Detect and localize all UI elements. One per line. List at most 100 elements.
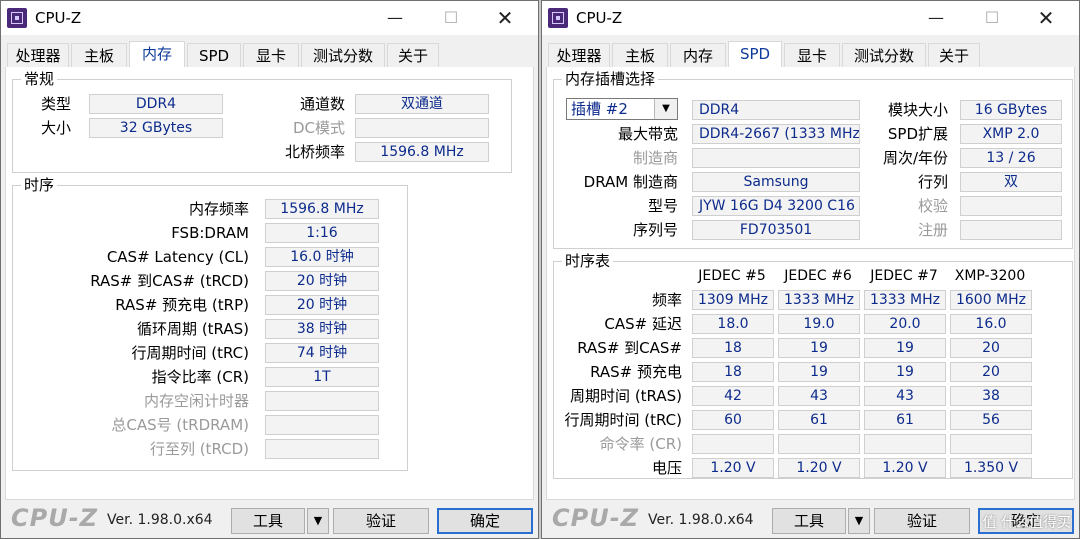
timing-row-label: RAS# 预充电 <box>590 363 682 381</box>
timing-value <box>265 391 379 411</box>
timing-label: RAS# 到CAS# (tRCD) <box>90 272 249 290</box>
timing-column-header: XMP-3200 <box>954 268 1026 284</box>
part-number-value: JYW 16G D4 3200 C16 <box>692 196 860 216</box>
timing-cell: 61 <box>864 410 946 430</box>
window-title: CPU-Z <box>35 9 82 27</box>
size-value: 32 GBytes <box>89 118 223 138</box>
ok-button[interactable]: 确定 <box>437 508 533 534</box>
tab-graphics[interactable]: 显卡 <box>243 43 299 67</box>
timing-cell: 19 <box>778 362 860 382</box>
cpuz-app-icon <box>548 8 568 28</box>
timing-row-label: RAS# 到CAS# <box>577 339 682 357</box>
cpuz-window-memory: CPU-Z — ☐ ✕ 处理器 主板 内存 SPD 显卡 测试分数 关于 常规 … <box>0 0 539 539</box>
close-button[interactable]: ✕ <box>482 1 528 35</box>
timing-cell: 20 <box>950 338 1032 358</box>
title-bar[interactable]: CPU-Z — ☐ ✕ <box>1 1 538 35</box>
max-bandwidth-label: 最大带宽 <box>617 125 678 143</box>
close-button[interactable]: ✕ <box>1023 1 1069 35</box>
week-year-value: 13 / 26 <box>960 148 1062 168</box>
tab-mainboard[interactable]: 主板 <box>71 43 127 67</box>
slot-select[interactable]: 插槽 #2 ▼ <box>566 98 678 120</box>
timing-cell: 1333 MHz <box>778 290 860 310</box>
nb-freq-label: 北桥频率 <box>284 143 345 161</box>
tools-button[interactable]: 工具 <box>231 508 305 534</box>
timing-column-header: JEDEC #7 <box>870 268 938 284</box>
timing-value: 1:16 <box>265 223 379 243</box>
timing-column-header: JEDEC #5 <box>698 268 766 284</box>
general-legend: 常规 <box>21 69 58 89</box>
footer: CPU-Z Ver. 1.98.0.x64 工具 ▼ 验证 确定 <box>1 500 538 538</box>
timing-row-label: CAS# 延迟 <box>604 315 682 333</box>
tools-button[interactable]: 工具 <box>772 508 846 534</box>
timing-column-header: JEDEC #6 <box>784 268 852 284</box>
slot-select-value: 插槽 #2 <box>571 100 628 118</box>
spd-panel: 内存插槽选择 插槽 #2 ▼ DDR4 最大带宽 DDR4-2667 (1333… <box>546 67 1075 500</box>
nb-freq-value: 1596.8 MHz <box>355 142 489 162</box>
timing-label: 循环周期 (tRAS) <box>137 320 249 338</box>
timing-cell: 1.20 V <box>778 458 860 478</box>
timing-cell: 61 <box>778 410 860 430</box>
dc-mode-label: DC模式 <box>292 119 345 137</box>
tab-spd[interactable]: SPD <box>187 43 241 67</box>
timing-row-label: 周期时间 (tRAS) <box>570 387 682 405</box>
size-label: 大小 <box>40 119 71 137</box>
timing-label: 内存频率 <box>188 200 249 218</box>
title-bar[interactable]: CPU-Z — ☐ ✕ <box>542 1 1079 35</box>
tab-mainboard[interactable]: 主板 <box>612 43 668 67</box>
serial-number-value: FD703501 <box>692 220 860 240</box>
maximize-button[interactable]: ☐ <box>428 1 474 35</box>
tab-memory[interactable]: 内存 <box>129 41 185 68</box>
timing-cell: 19 <box>864 338 946 358</box>
memory-panel: 常规 类型 DDR4 大小 32 GBytes 通道数 双通道 DC模式 北桥频… <box>5 67 534 500</box>
max-bandwidth-value: DDR4-2667 (1333 MHz) <box>692 124 860 144</box>
timing-cell: 1.20 V <box>692 458 774 478</box>
manufacturer-value <box>692 148 860 168</box>
tab-bench[interactable]: 测试分数 <box>842 43 926 67</box>
timing-cell: 19 <box>778 338 860 358</box>
type-value: DDR4 <box>89 94 223 114</box>
timing-row-label: 频率 <box>651 291 682 309</box>
timing-cell <box>692 434 774 454</box>
tab-memory[interactable]: 内存 <box>670 43 726 67</box>
chevron-down-icon[interactable]: ▼ <box>654 99 677 119</box>
timing-value: 20 时钟 <box>265 271 379 291</box>
tab-about[interactable]: 关于 <box>387 43 439 67</box>
ranks-label: 行列 <box>917 173 948 191</box>
timing-cell <box>950 434 1032 454</box>
type-label: 类型 <box>40 95 71 113</box>
timing-cell: 38 <box>950 386 1032 406</box>
timing-cell: 1309 MHz <box>692 290 774 310</box>
timing-cell: 56 <box>950 410 1032 430</box>
tools-dropdown-arrow-icon[interactable]: ▼ <box>307 508 329 534</box>
maximize-button[interactable]: ☐ <box>969 1 1015 35</box>
timing-label: 指令比率 (CR) <box>151 368 249 386</box>
watermark-text: 值 什么值得买 <box>982 515 1071 531</box>
timing-label: FSB:DRAM <box>171 224 249 242</box>
timing-cell: 42 <box>692 386 774 406</box>
tab-spd[interactable]: SPD <box>728 41 782 68</box>
tab-graphics[interactable]: 显卡 <box>784 43 840 67</box>
timing-label: 总CAS号 (tRDRAM) <box>111 416 249 434</box>
tools-dropdown-arrow-icon[interactable]: ▼ <box>848 508 870 534</box>
timing-value: 16.0 时钟 <box>265 247 379 267</box>
module-type-value: DDR4 <box>692 100 860 120</box>
timing-value: 74 时钟 <box>265 343 379 363</box>
timing-label: 内存空闲计时器 <box>143 392 249 410</box>
tab-cpu[interactable]: 处理器 <box>7 43 69 67</box>
ranks-value: 双 <box>960 172 1062 192</box>
minimize-button[interactable]: — <box>913 1 959 35</box>
timing-row-label: 行周期时间 (tRC) <box>564 411 682 429</box>
timing-table-group: 时序表 JEDEC #5 JEDEC #6 JEDEC #7 XMP-3200 … <box>553 251 1073 479</box>
module-size-value: 16 GBytes <box>960 100 1062 120</box>
cpuz-brand-logo: CPU-Z <box>552 504 640 532</box>
timing-cell <box>864 434 946 454</box>
tab-cpu[interactable]: 处理器 <box>548 43 610 67</box>
validate-button[interactable]: 验证 <box>333 508 429 534</box>
tab-bench[interactable]: 测试分数 <box>301 43 385 67</box>
validate-button[interactable]: 验证 <box>874 508 970 534</box>
timing-cell: 16.0 <box>950 314 1032 334</box>
minimize-button[interactable]: — <box>372 1 418 35</box>
timing-cell: 18 <box>692 338 774 358</box>
tab-about[interactable]: 关于 <box>928 43 980 67</box>
timing-cell: 20.0 <box>864 314 946 334</box>
